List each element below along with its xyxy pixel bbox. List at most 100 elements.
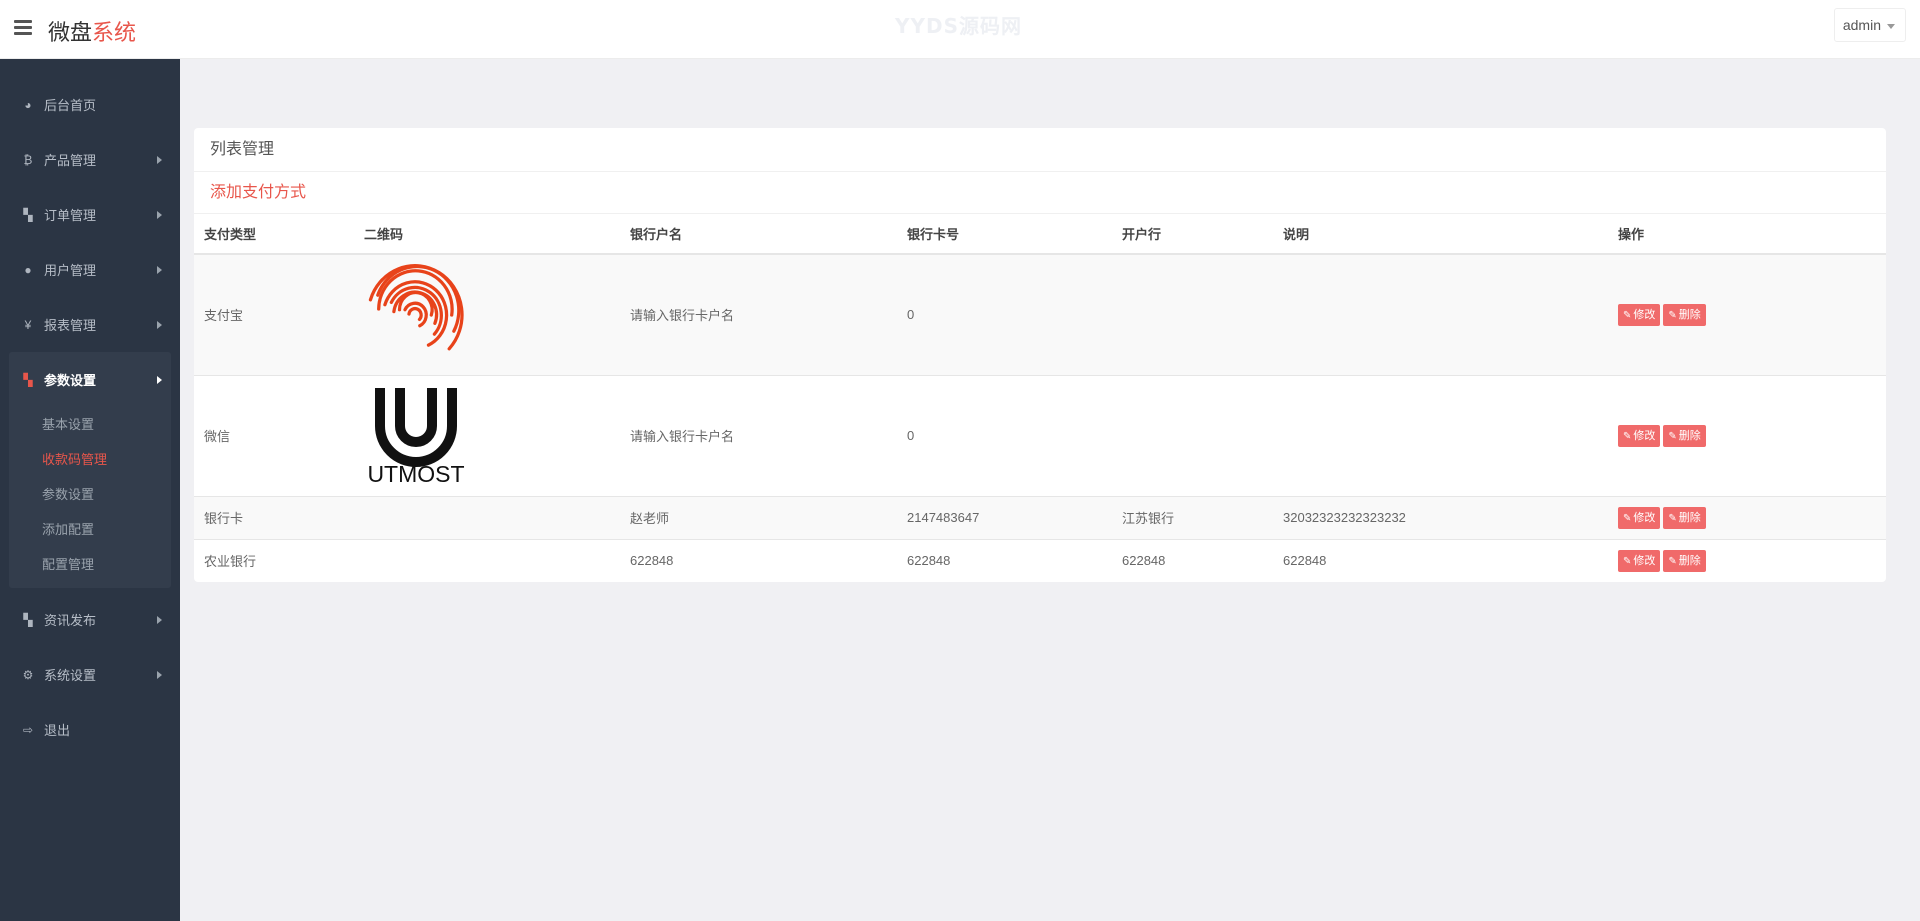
cogs-icon: ⚙ bbox=[22, 667, 34, 682]
cell-bank bbox=[1112, 375, 1273, 497]
col-bank: 开户行 bbox=[1112, 214, 1273, 255]
cell-account-name: 请输入银行卡户名 bbox=[620, 254, 897, 376]
edit-button[interactable]: ✎ 修改 bbox=[1618, 424, 1661, 447]
panel-title: 列表管理 bbox=[194, 128, 1886, 172]
col-account-name: 银行户名 bbox=[620, 214, 897, 255]
pencil-icon: ✎ bbox=[1623, 512, 1632, 524]
caret-down-icon bbox=[1887, 23, 1895, 29]
menu-toggle-icon[interactable] bbox=[14, 20, 32, 36]
sidebar-item-label: 产品管理 bbox=[44, 153, 97, 168]
delete-button[interactable]: ✎ 删除 bbox=[1663, 549, 1706, 572]
chevron-right-icon bbox=[157, 616, 162, 624]
edit-button[interactable]: ✎ 修改 bbox=[1618, 506, 1661, 529]
delete-label: 删除 bbox=[1678, 429, 1701, 442]
sidebar-item-label: 退出 bbox=[44, 723, 71, 738]
table-row: 农业银行 622848 622848 622848 622848 ✎ 修改 ✎ 删除 bbox=[194, 539, 1886, 582]
sidebar-subitem[interactable]: 基本设置 bbox=[9, 407, 171, 442]
sidebar-item-sign-out[interactable]: ⇨ 退出 bbox=[0, 702, 180, 757]
pencil-icon: ✎ bbox=[1668, 512, 1677, 524]
table-header-row: 支付类型 二维码 银行户名 银行卡号 开户行 说明 操作 bbox=[194, 214, 1886, 255]
sidebar-item-label: 资讯发布 bbox=[44, 613, 97, 628]
table-row: 银行卡 赵老师 2147483647 江苏银行 32032323232323232 ✎ 修改… bbox=[194, 496, 1886, 540]
watermark: YYDS源码网 bbox=[895, 14, 1022, 38]
chevron-right-icon bbox=[157, 266, 162, 274]
sidebar-item-copy[interactable]: ▚ 订单管理 bbox=[0, 187, 180, 242]
dashboard-icon: ◕ bbox=[24, 97, 32, 112]
user-icon: ● bbox=[24, 262, 32, 277]
sidebar-item-cogs[interactable]: ⚙ 系统设置 bbox=[0, 647, 180, 702]
sidebar-item-copy[interactable]: ▚ 资讯发布 bbox=[0, 592, 180, 647]
sidebar-subitem[interactable]: 收款码管理 bbox=[9, 442, 171, 477]
col-actions: 操作 bbox=[1608, 214, 1886, 255]
sidebar-item-dashboard[interactable]: ◕ 后台首页 bbox=[0, 77, 180, 132]
brand-logo[interactable]: 微盘系统 bbox=[48, 15, 136, 47]
sidebar-item-yen[interactable]: ¥ 报表管理 bbox=[0, 297, 180, 352]
brand-main: 微盘 bbox=[48, 21, 93, 46]
sidebar-item-params[interactable]: ▚ 参数设置 bbox=[9, 352, 171, 407]
sidebar-item-label: 用户管理 bbox=[44, 263, 97, 278]
edit-button[interactable]: ✎ 修改 bbox=[1618, 549, 1661, 572]
payment-table: 支付类型 二维码 银行户名 银行卡号 开户行 说明 操作 支付宝 请输入银行卡户名… bbox=[194, 214, 1886, 582]
nav-group-params: ▚ 参数设置 基本设置 收款码管理 参数设置 添加配置 配置管理 bbox=[9, 352, 171, 588]
copy-icon: ▚ bbox=[23, 372, 33, 387]
edit-label: 修改 bbox=[1633, 308, 1656, 321]
table-row: 支付宝 请输入银行卡户名 0 ✎ 修改 ✎ 删除 bbox=[194, 254, 1886, 376]
sidebar-item-label: 系统设置 bbox=[44, 668, 97, 683]
delete-button[interactable]: ✎ 删除 bbox=[1663, 424, 1706, 447]
table-row: 微信 UTMOST 请输入银行卡户名 0 ✎ 修改 ✎ 删除 bbox=[194, 375, 1886, 497]
cell-bank: 江苏银行 bbox=[1112, 496, 1273, 540]
sidebar-item-user[interactable]: ● 用户管理 bbox=[0, 242, 180, 297]
delete-label: 删除 bbox=[1678, 511, 1701, 524]
chevron-right-icon bbox=[157, 211, 162, 219]
top-header: 微盘系统 YYDS源码网 admin bbox=[0, 0, 1920, 59]
cell-type: 银行卡 bbox=[194, 496, 354, 540]
chevron-right-icon bbox=[157, 376, 162, 384]
sign-out-icon: ⇨ bbox=[22, 722, 34, 737]
col-type: 支付类型 bbox=[194, 214, 354, 255]
chevron-right-icon bbox=[157, 671, 162, 679]
cell-card-no: 622848 bbox=[897, 539, 1112, 582]
delete-label: 删除 bbox=[1678, 308, 1701, 321]
edit-label: 修改 bbox=[1633, 554, 1656, 567]
pencil-icon: ✎ bbox=[1623, 309, 1632, 321]
yen-icon: ¥ bbox=[24, 317, 32, 332]
sidebar-subitem[interactable]: 添加配置 bbox=[9, 512, 171, 547]
cell-qr bbox=[354, 254, 620, 376]
sidebar-item-bitcoin[interactable]: ₿ 产品管理 bbox=[0, 132, 180, 187]
chevron-right-icon bbox=[157, 321, 162, 329]
edit-label: 修改 bbox=[1633, 429, 1656, 442]
col-qr: 二维码 bbox=[354, 214, 620, 255]
fingerprint-image bbox=[368, 264, 464, 351]
cell-account-name: 赵老师 bbox=[620, 496, 897, 540]
cell-type: 农业银行 bbox=[194, 539, 354, 582]
cell-note: 622848 bbox=[1273, 539, 1608, 582]
bitcoin-icon: ₿ bbox=[23, 152, 33, 167]
delete-button[interactable]: ✎ 删除 bbox=[1663, 506, 1706, 529]
sidebar: ◕ 后台首页 ₿ 产品管理 ▚ 订单管理 ● 用户管理 ¥ 报表管理 ▚ 参数设置 基本设置 收款码… bbox=[0, 59, 180, 921]
sidebar-subitem[interactable]: 参数设置 bbox=[9, 477, 171, 512]
list-panel: 列表管理 添加支付方式 支付类型 二维码 银行户名 银行卡号 开户行 说明 操作… bbox=[194, 128, 1886, 582]
delete-label: 删除 bbox=[1678, 554, 1701, 567]
cell-type: 支付宝 bbox=[194, 254, 354, 376]
sidebar-subitem[interactable]: 配置管理 bbox=[9, 547, 171, 582]
utmost-logo-image: UTMOST bbox=[367, 388, 465, 487]
cell-account-name: 请输入银行卡户名 bbox=[620, 375, 897, 497]
cell-account-name: 622848 bbox=[620, 539, 897, 582]
user-dropdown[interactable]: admin bbox=[1833, 8, 1906, 42]
cell-actions: ✎ 修改 ✎ 删除 bbox=[1608, 254, 1886, 376]
cell-bank bbox=[1112, 254, 1273, 376]
col-note: 说明 bbox=[1273, 214, 1608, 255]
sidebar-item-label: 报表管理 bbox=[44, 318, 97, 333]
user-name: admin bbox=[1842, 17, 1881, 33]
delete-button[interactable]: ✎ 删除 bbox=[1663, 303, 1706, 326]
pencil-icon: ✎ bbox=[1668, 309, 1677, 321]
brand-accent: 系统 bbox=[92, 21, 137, 46]
copy-icon: ▚ bbox=[23, 207, 33, 222]
sidebar-item-label: 后台首页 bbox=[44, 98, 97, 113]
pencil-icon: ✎ bbox=[1623, 430, 1632, 442]
sidebar-item-label: 参数设置 bbox=[44, 373, 97, 388]
cell-note: 32032323232323232 bbox=[1273, 496, 1608, 540]
add-payment-link[interactable]: 添加支付方式 bbox=[194, 172, 1886, 214]
cell-actions: ✎ 修改 ✎ 删除 bbox=[1608, 375, 1886, 497]
edit-button[interactable]: ✎ 修改 bbox=[1618, 303, 1661, 326]
